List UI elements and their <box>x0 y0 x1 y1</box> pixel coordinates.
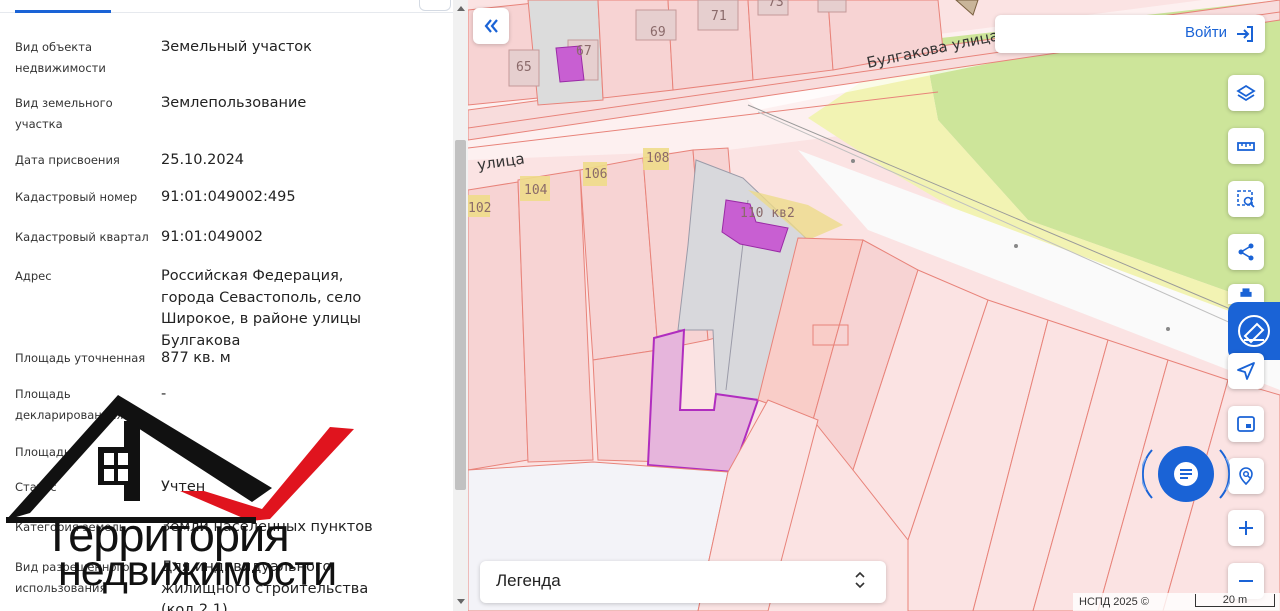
house-number: 106 <box>584 167 607 182</box>
row-value: 25.10.2024 <box>161 152 245 168</box>
row-value: Землепользование <box>161 95 307 111</box>
login-icon <box>1237 26 1253 42</box>
house-number: 110 кв2 <box>740 206 795 221</box>
house-number: 67 <box>576 44 592 59</box>
map-base-layer[interactable]: 65 67 69 71 73 102 104 106 108 110 кв2 Б… <box>468 0 1280 611</box>
minimap-button[interactable] <box>1228 406 1264 442</box>
locate-icon <box>1237 362 1255 380</box>
legend-dropdown[interactable]: Легенда <box>480 561 886 603</box>
house-number: 102 <box>468 201 491 216</box>
layers-icon <box>1236 84 1256 102</box>
house-number: 73 <box>768 0 784 10</box>
side-panel-tab[interactable] <box>1228 302 1280 360</box>
search-location-icon <box>1239 467 1253 486</box>
chat-button[interactable] <box>1158 446 1214 502</box>
map-attribution: НСПД 2025 © 20 m <box>1073 593 1280 611</box>
tab-active-indicator[interactable] <box>15 10 111 13</box>
layers-button[interactable] <box>1228 75 1264 111</box>
document-stamp-icon <box>1238 315 1270 347</box>
row-value: Земельный участок <box>161 39 312 55</box>
search-location-button[interactable] <box>1228 458 1264 494</box>
chevron-up-down-icon <box>855 571 865 589</box>
row-label: Вид земельного участка <box>15 96 113 131</box>
print-icon <box>1240 288 1252 297</box>
panel-tab-button[interactable] <box>419 0 451 11</box>
row-label: Дата присвоения <box>15 153 120 167</box>
share-button[interactable] <box>1228 234 1264 270</box>
scroll-thumb[interactable] <box>455 140 466 490</box>
chat-icon <box>1174 462 1198 486</box>
double-chevron-left-icon <box>484 19 498 33</box>
row-label: Адрес <box>15 269 52 283</box>
scroll-up-arrow-icon[interactable] <box>457 6 465 11</box>
legend-label: Легенда <box>496 571 561 590</box>
scroll-down-arrow-icon[interactable] <box>457 599 465 604</box>
ruler-icon <box>1237 142 1255 151</box>
print-button[interactable] <box>1228 284 1264 304</box>
row-value: 877 кв. м <box>161 350 231 366</box>
attribution-text: НСПД 2025 © <box>1079 596 1149 608</box>
row-label: Кадастровый квартал <box>15 230 149 244</box>
logo-text-line2: недвижимости <box>58 547 337 595</box>
house-number: 65 <box>516 60 532 75</box>
house-number: 104 <box>524 183 548 198</box>
house-number: 108 <box>646 151 669 166</box>
house-number: 71 <box>711 9 727 24</box>
row-value[interactable]: 91:01:049002 <box>161 227 401 249</box>
zoom-in-button[interactable] <box>1228 510 1264 546</box>
select-area-button[interactable] <box>1228 181 1264 217</box>
row-label: Площадь уточненная <box>15 351 146 365</box>
collapse-panel-button[interactable] <box>473 8 509 44</box>
info-panel: Вид объекта недвижимости Земельный участ… <box>0 0 453 611</box>
house-number: 69 <box>650 25 666 40</box>
minimap-icon <box>1237 416 1255 432</box>
login-label: Войти <box>1185 24 1227 41</box>
zoom-in-icon <box>1239 521 1253 535</box>
ruler-button[interactable] <box>1228 128 1264 164</box>
panel-scrollbar[interactable] <box>453 0 468 611</box>
share-icon <box>1238 243 1254 261</box>
locate-button[interactable] <box>1228 353 1264 389</box>
watermark-logo: Территория недвижимости <box>0 395 440 611</box>
zoom-out-icon <box>1239 580 1253 582</box>
row-label: Кадастровый номер <box>15 190 138 204</box>
row-value: Российская Федерация, города Севастополь… <box>161 268 362 349</box>
row-label: Вид объекта недвижимости <box>15 40 106 75</box>
login-button[interactable]: Войти <box>995 15 1265 53</box>
row-value[interactable]: 91:01:049002:495 <box>161 187 401 209</box>
scale-bar: 20 m <box>1195 594 1275 607</box>
map-canvas[interactable]: 65 67 69 71 73 102 104 106 108 110 кв2 Б… <box>468 0 1280 611</box>
select-area-icon <box>1237 190 1255 208</box>
